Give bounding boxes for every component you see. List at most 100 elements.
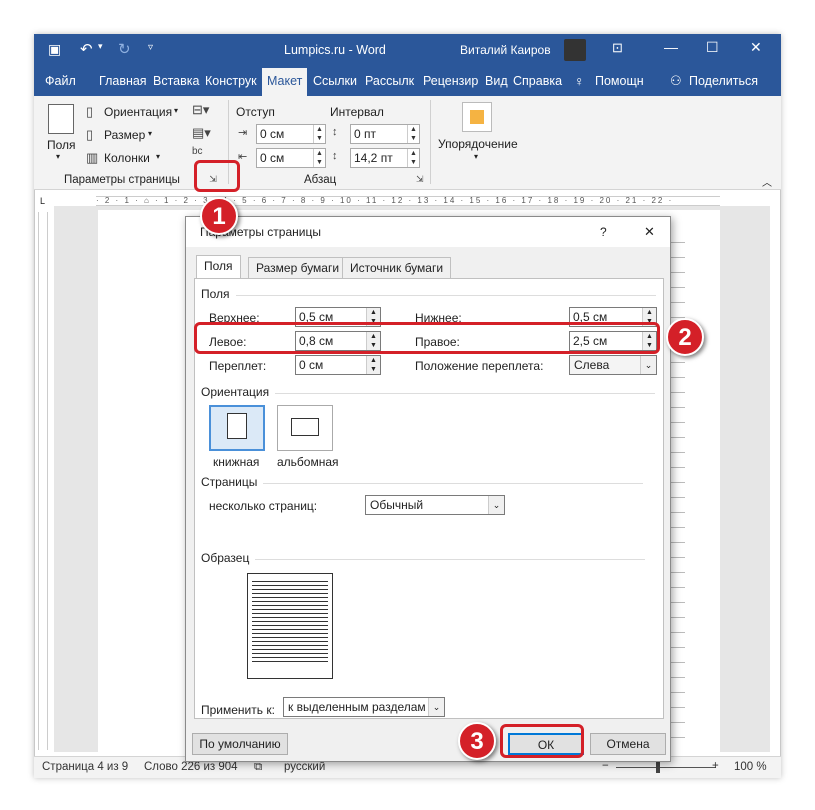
breaks-icon[interactable]: ⊟▾	[192, 102, 209, 118]
set-default-button[interactable]: По умолчанию	[192, 733, 288, 755]
line-numbers-icon[interactable]: ▤▾	[192, 125, 211, 141]
multiple-pages-label: несколько страниц:	[209, 499, 318, 513]
tab-references[interactable]: Ссылки	[308, 66, 362, 96]
status-language[interactable]: русский	[284, 761, 325, 773]
gutter-position-value: Слева	[574, 358, 610, 372]
apply-to-select[interactable]: к выделенным разделам ⌄	[283, 697, 445, 717]
avatar[interactable]	[564, 39, 586, 61]
tab-paper-source[interactable]: Источник бумаги	[342, 257, 452, 278]
vertical-ruler[interactable]	[38, 212, 48, 750]
tab-mailings[interactable]: Рассылк	[360, 66, 419, 96]
spin-arrows-icon[interactable]: ▲ ▼	[313, 149, 325, 167]
chevron-down-icon: ⌄	[640, 356, 656, 374]
space-before-value: 0 пт	[354, 127, 377, 141]
arrange-dropdown-icon: ▾	[474, 152, 479, 161]
tab-design[interactable]: Конструк	[200, 66, 262, 96]
group-divider	[430, 100, 431, 184]
page-setup-group-label: Параметры страницы	[64, 174, 180, 186]
margins-dropdown-icon: ▾	[56, 152, 61, 161]
tab-selector-icon[interactable]: L	[40, 196, 45, 206]
indent-right-input[interactable]: 0 см ▲ ▼	[256, 148, 326, 168]
ribbon: Поля ▾ ▯ Ориентация ▾ ▯ Размер ▾ ▥ Колон…	[34, 96, 781, 190]
indent-label: Отступ	[236, 105, 275, 119]
space-before-input[interactable]: 0 пт ▲ ▼	[350, 124, 420, 144]
dialog-close-icon[interactable]: ✕	[644, 217, 655, 247]
indent-left-input[interactable]: 0 см ▲ ▼	[256, 124, 326, 144]
close-icon[interactable]: ✕	[750, 39, 762, 56]
spin-arrows-icon[interactable]: ▲ ▼	[313, 125, 325, 143]
paragraph-launcher-icon[interactable]: ⇲	[416, 174, 424, 185]
highlight-left-right-row	[194, 322, 660, 354]
status-words[interactable]: Слово 226 из 904	[144, 761, 238, 773]
landscape-page-icon	[291, 418, 319, 436]
indent-right-value: 0 см	[260, 151, 285, 165]
preview-section-heading: Образец	[201, 551, 649, 565]
lightbulb-icon: ♀	[574, 73, 585, 89]
undo-icon[interactable]: ↶	[80, 40, 93, 58]
multiple-pages-value: Обычный	[370, 498, 424, 512]
tab-home[interactable]: Главная	[94, 66, 152, 96]
gutter-input[interactable]: 0 см ▲ ▼	[295, 355, 381, 375]
tab-margins[interactable]: Поля	[196, 255, 241, 279]
status-page[interactable]: Страница 4 из 9	[42, 761, 128, 773]
minimize-icon[interactable]: —	[664, 39, 678, 55]
cancel-button[interactable]: Отмена	[590, 733, 666, 755]
hyphenation-icon[interactable]: bc	[192, 146, 203, 157]
horizontal-ruler[interactable]: · 2 · 1 · ⌂ · 1 · 2 · 3 · 4 · 5 · 6 · 7 …	[96, 196, 720, 206]
portrait-label: книжная	[213, 455, 260, 469]
share-icon: ⚇	[670, 73, 682, 88]
orientation-icon: ▯	[86, 104, 94, 119]
tab-layout[interactable]: Макет	[262, 68, 308, 96]
save-icon[interactable]: ▣	[48, 41, 61, 58]
chevron-down-icon: ⌄	[488, 496, 504, 514]
highlight-ok	[500, 724, 584, 758]
landscape-button[interactable]	[277, 405, 333, 451]
tab-paper-size[interactable]: Размер бумаги	[248, 257, 348, 278]
gutter-position-select[interactable]: Слева ⌄	[569, 355, 657, 375]
redo-icon[interactable]: ↻	[118, 40, 131, 58]
margins-icon	[48, 104, 74, 134]
tab-file[interactable]: Файл	[40, 66, 81, 96]
zoom-level[interactable]: 100 %	[734, 761, 767, 773]
undo-dropdown-icon[interactable]: ▾	[98, 41, 103, 52]
indent-left-icon: ⇥	[238, 127, 248, 139]
apply-to-value: к выделенным разделам	[288, 700, 426, 714]
tab-help[interactable]: Справка	[508, 66, 567, 96]
arrange-icon	[462, 102, 492, 132]
callout-step-2: 2	[666, 318, 704, 356]
tell-me[interactable]: Помощн	[590, 66, 649, 96]
window-title: Lumpics.ru - Word	[284, 43, 386, 57]
zoom-thumb[interactable]	[656, 762, 660, 773]
zoom-slider[interactable]	[616, 767, 716, 768]
size-icon: ▯	[86, 127, 94, 142]
space-after-input[interactable]: 14,2 пт ▲ ▼	[350, 148, 420, 168]
tab-insert[interactable]: Вставка	[148, 66, 204, 96]
preview-lines	[248, 581, 332, 662]
spin-arrows-icon[interactable]: ▲ ▼	[407, 149, 419, 167]
size-dropdown-icon: ▾	[148, 129, 153, 138]
size-button[interactable]: Размер	[104, 128, 145, 142]
tab-review[interactable]: Рецензир	[418, 66, 483, 96]
maximize-icon[interactable]: ☐	[706, 39, 719, 56]
margins-button[interactable]: Поля	[47, 138, 76, 152]
spin-arrows-icon[interactable]: ▲ ▼	[366, 356, 380, 374]
ribbon-display-icon[interactable]: ⊡	[612, 40, 623, 56]
orientation-button[interactable]: Ориентация	[104, 105, 172, 119]
arrange-button[interactable]: Упорядочение	[438, 137, 518, 151]
title-bar: ▣ ↶ ▾ ↻ ▿ Lumpics.ru - Word Виталий Каир…	[34, 34, 781, 66]
portrait-page-icon	[227, 413, 247, 439]
columns-button[interactable]: Колонки	[104, 151, 150, 165]
preview-page	[247, 573, 333, 679]
columns-icon: ▥	[86, 150, 99, 165]
portrait-button[interactable]	[209, 405, 265, 451]
multiple-pages-select[interactable]: Обычный ⌄	[365, 495, 505, 515]
user-name[interactable]: Виталий Каиров	[460, 43, 551, 57]
proofing-icon[interactable]: ⧉	[254, 761, 262, 774]
help-icon[interactable]: ?	[600, 217, 607, 247]
share-button[interactable]: Поделиться	[684, 66, 763, 96]
spin-arrows-icon[interactable]: ▲ ▼	[407, 125, 419, 143]
customize-qat-icon[interactable]: ▿	[148, 42, 153, 53]
zoom-in-icon[interactable]: +	[712, 760, 719, 772]
collapse-ribbon-icon[interactable]: ︿	[762, 174, 772, 189]
apply-to-label: Применить к:	[201, 703, 275, 717]
